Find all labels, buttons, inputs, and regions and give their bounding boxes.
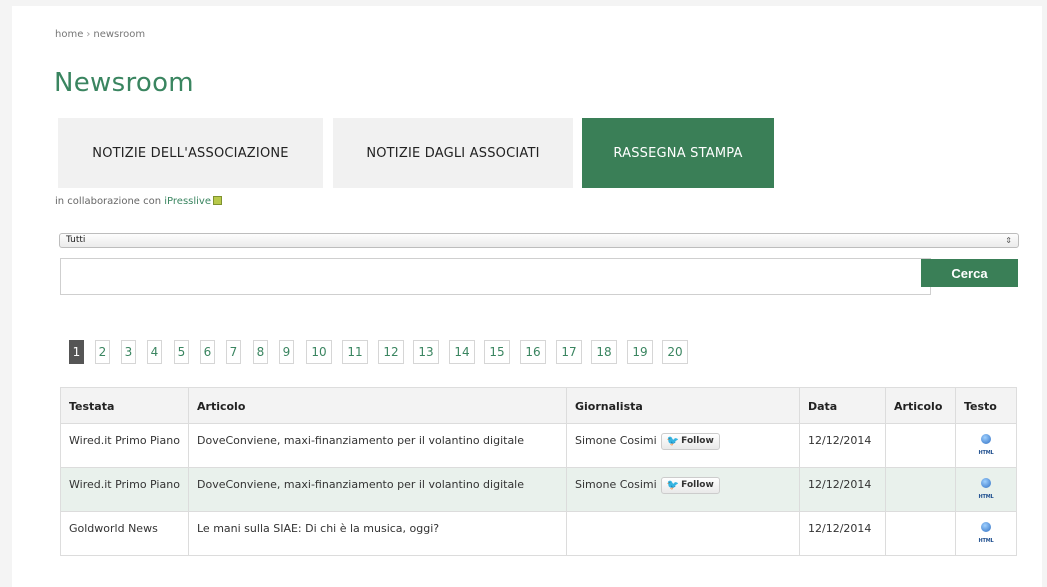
category-select[interactable]: Tutti ⇕	[59, 233, 1019, 248]
journalist-name: Simone Cosimi	[575, 478, 657, 491]
tab-notizie-associati[interactable]: NOTIZIE DAGLI ASSOCIATI	[333, 118, 573, 188]
table-row: Wired.it Primo Piano DoveConviene, maxi-…	[61, 424, 1016, 468]
cell-articolo[interactable]: DoveConviene, maxi-finanziamento per il …	[189, 468, 567, 511]
html-document-icon[interactable]: HTML	[978, 478, 994, 500]
follow-label: Follow	[681, 479, 714, 490]
globe-icon	[981, 434, 991, 444]
column-header-giornalista: Giornalista	[567, 388, 800, 423]
journalist-name: Simone Cosimi	[575, 434, 657, 447]
twitter-follow-button[interactable]: 🐦 Follow	[660, 476, 720, 494]
cell-giornalista: Simone Cosimi 🐦 Follow	[567, 468, 800, 511]
column-header-data: Data	[800, 388, 886, 423]
follow-label: Follow	[681, 435, 714, 446]
cell-articolo-2	[886, 512, 956, 555]
select-arrows-icon: ⇕	[1005, 236, 1012, 245]
page-link[interactable]: 8	[253, 340, 268, 364]
ipresslive-link[interactable]: iPresslive	[164, 196, 211, 207]
globe-icon	[981, 522, 991, 532]
globe-icon	[981, 478, 991, 488]
page-link[interactable]: 13	[413, 340, 439, 364]
cell-articolo-2	[886, 468, 956, 511]
html-icon-label: HTML	[978, 450, 994, 456]
twitter-follow-button[interactable]: 🐦 Follow	[660, 432, 720, 450]
page-link[interactable]: 14	[449, 340, 475, 364]
collaboration-text: in collaborazione con	[55, 196, 162, 207]
cell-testata: Wired.it Primo Piano	[61, 468, 189, 511]
page: home › newsroom Newsroom NOTIZIE DELL'ASSO…	[12, 6, 1042, 587]
press-review-table: Testata Articolo Giornalista Data Artico…	[60, 387, 1017, 556]
page-link[interactable]: 11	[342, 340, 368, 364]
html-document-icon[interactable]: HTML	[978, 434, 994, 456]
external-link-icon[interactable]	[213, 196, 222, 205]
twitter-bird-icon: 🐦	[666, 435, 680, 447]
page-link[interactable]: 3	[121, 340, 136, 364]
cell-articolo-2	[886, 424, 956, 467]
category-select-value: Tutti	[66, 235, 86, 245]
page-link[interactable]: 15	[484, 340, 510, 364]
page-link[interactable]: 1	[69, 340, 84, 364]
cell-data: 12/12/2014	[800, 468, 886, 511]
cell-testata: Wired.it Primo Piano	[61, 424, 189, 467]
page-link[interactable]: 5	[174, 340, 189, 364]
page-link[interactable]: 9	[279, 340, 294, 364]
column-header-testata: Testata	[61, 388, 189, 423]
breadcrumb: home › newsroom	[55, 29, 145, 40]
column-header-articolo-2: Articolo	[886, 388, 956, 423]
search-button[interactable]: Cerca	[921, 259, 1018, 287]
tab-rassegna-stampa[interactable]: RASSEGNA STAMPA	[582, 118, 774, 188]
html-icon-label: HTML	[978, 494, 994, 500]
breadcrumb-current: newsroom	[93, 29, 146, 40]
cell-articolo[interactable]: DoveConviene, maxi-finanziamento per il …	[189, 424, 567, 467]
cell-testo: HTML	[956, 468, 1016, 511]
html-document-icon[interactable]: HTML	[978, 522, 994, 544]
twitter-bird-icon: 🐦	[666, 479, 680, 491]
cell-testo: HTML	[956, 512, 1016, 555]
page-link[interactable]: 20	[662, 340, 688, 364]
cell-giornalista: Simone Cosimi 🐦 Follow	[567, 424, 800, 467]
page-link[interactable]: 17	[556, 340, 582, 364]
cell-data: 12/12/2014	[800, 512, 886, 555]
page-link[interactable]: 4	[147, 340, 162, 364]
page-link[interactable]: 6	[200, 340, 215, 364]
column-header-articolo: Articolo	[189, 388, 567, 423]
search-input[interactable]	[60, 258, 931, 295]
page-title: Newsroom	[54, 68, 194, 98]
table-row: Goldworld News Le mani sulla SIAE: Di ch…	[61, 512, 1016, 556]
column-header-testo: Testo	[964, 400, 997, 413]
tab-notizie-associazione[interactable]: NOTIZIE DELL'ASSOCIAZIONE	[58, 118, 323, 188]
page-link[interactable]: 19	[627, 340, 653, 364]
page-link[interactable]: 16	[520, 340, 546, 364]
table-row: Wired.it Primo Piano DoveConviene, maxi-…	[61, 468, 1016, 512]
breadcrumb-home-link[interactable]: home	[55, 29, 83, 40]
cell-data: 12/12/2014	[800, 424, 886, 467]
collaboration-note: in collaborazione con iPresslive	[55, 196, 222, 207]
cell-testata: Goldworld News	[61, 512, 189, 555]
page-link[interactable]: 10	[306, 340, 332, 364]
page-link[interactable]: 2	[95, 340, 110, 364]
cell-testo: HTML	[956, 424, 1016, 467]
page-link[interactable]: 12	[378, 340, 404, 364]
table-header-row: Testata Articolo Giornalista Data Artico…	[61, 388, 1016, 424]
html-icon-label: HTML	[978, 538, 994, 544]
page-link[interactable]: 18	[591, 340, 617, 364]
cell-articolo[interactable]: Le mani sulla SIAE: Di chi è la musica, …	[189, 512, 567, 555]
page-link[interactable]: 7	[226, 340, 241, 364]
cell-giornalista	[567, 512, 800, 555]
breadcrumb-separator: ›	[86, 29, 91, 40]
